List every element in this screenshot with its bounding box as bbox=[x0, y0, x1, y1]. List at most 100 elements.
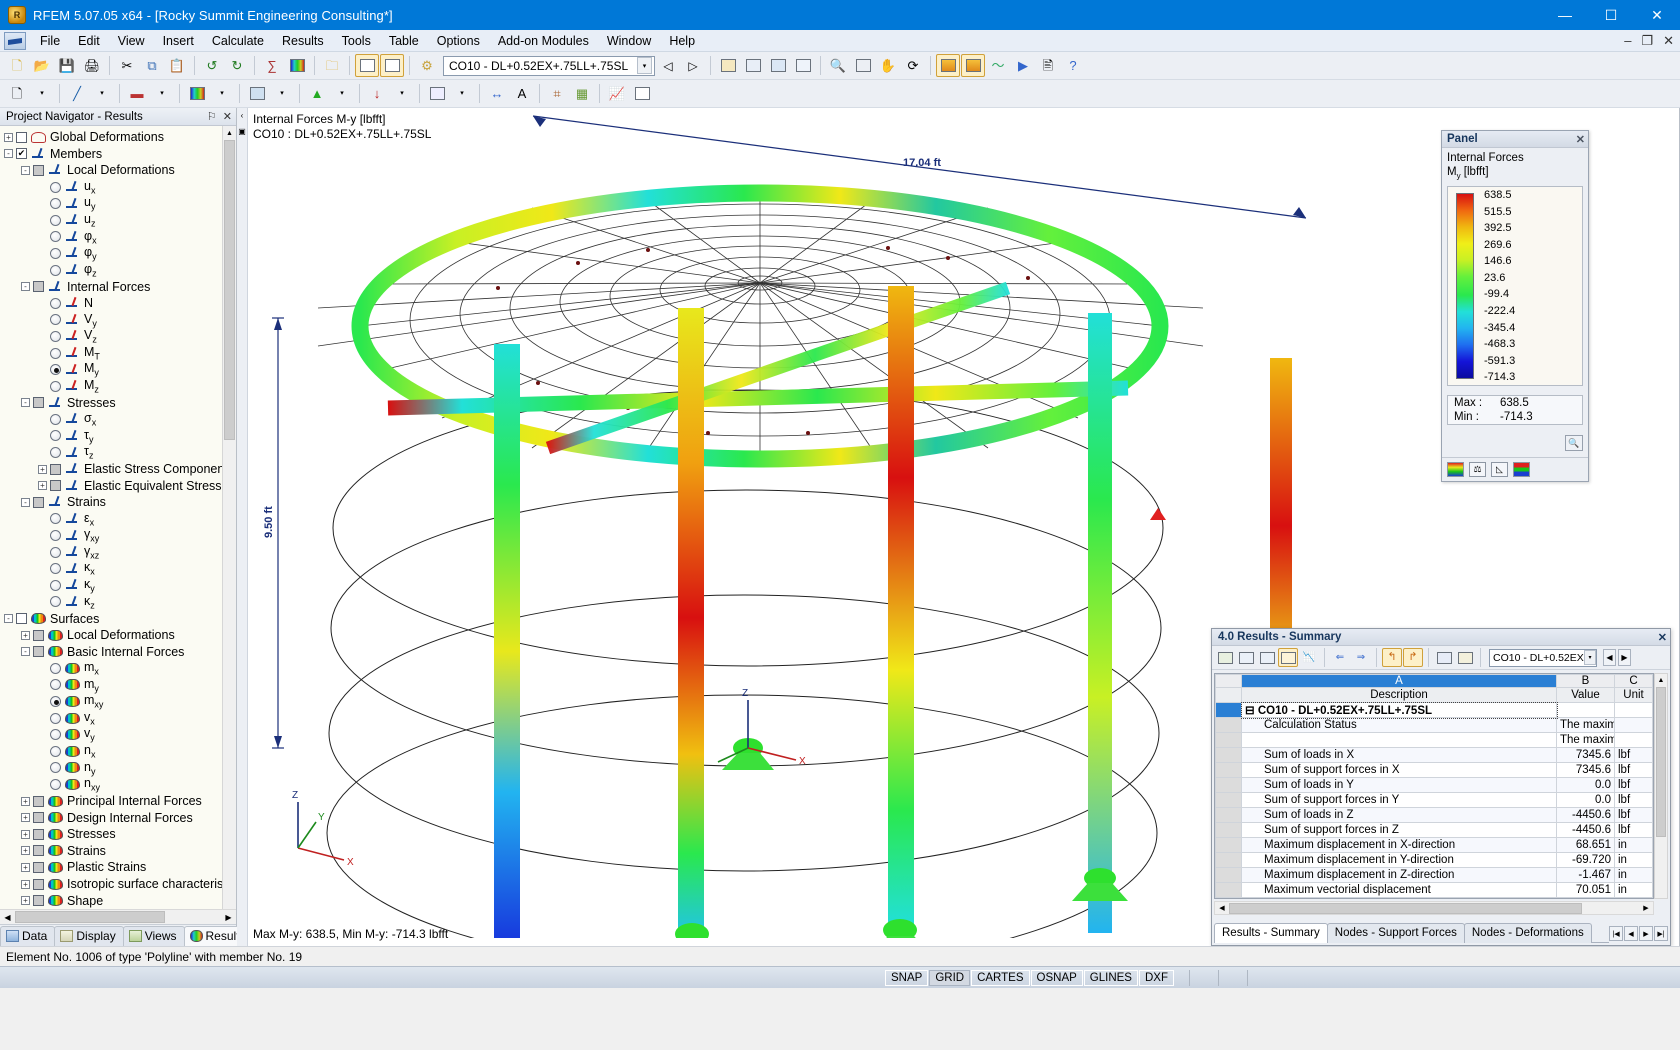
cell-unit[interactable]: lbf bbox=[1614, 807, 1653, 823]
collapse-icon[interactable]: - bbox=[21, 497, 30, 507]
tree-checkbox[interactable] bbox=[33, 397, 44, 409]
tree-item[interactable]: + Elastic Stress Component bbox=[0, 461, 222, 478]
table-row[interactable]: ⊟ CO10 - DL+0.52EX+.75LL+.75SL bbox=[1215, 701, 1653, 719]
tree-item[interactable]: φz bbox=[0, 262, 222, 279]
row-selector[interactable] bbox=[1215, 762, 1242, 778]
tree-item[interactable]: Vz bbox=[0, 328, 222, 345]
prev-load-case-icon[interactable]: ◁ bbox=[656, 54, 680, 77]
node-tool-icon[interactable]: 🗋 bbox=[5, 82, 29, 105]
row-selector[interactable] bbox=[1215, 837, 1242, 853]
maximize-button[interactable]: ☐ bbox=[1588, 0, 1634, 30]
tree-item[interactable]: mx bbox=[0, 660, 222, 677]
tree-item[interactable]: κx bbox=[0, 560, 222, 577]
cell-description[interactable]: Maximum displacement in X-direction bbox=[1241, 837, 1557, 853]
table-row[interactable]: Maximum displacement in X-direction 68.65… bbox=[1215, 837, 1653, 853]
table-row[interactable]: Maximum displacement in Y-direction -69.7… bbox=[1215, 852, 1653, 868]
tree-item[interactable]: φx bbox=[0, 229, 222, 246]
table-row[interactable]: Sum of support forces in Y 0.0 lbf bbox=[1215, 792, 1653, 808]
tree-item[interactable]: + Shape bbox=[0, 892, 222, 909]
tab-results-summary[interactable]: Results - Summary bbox=[1214, 923, 1328, 943]
cell-value[interactable]: The maximum displacem bbox=[1556, 717, 1615, 733]
table-prev-icon[interactable]: ⇐ bbox=[1330, 648, 1350, 667]
tree-checkbox[interactable] bbox=[33, 496, 44, 508]
tree-item[interactable]: + Elastic Equivalent Stresses bbox=[0, 477, 222, 494]
tree-item[interactable]: nxy bbox=[0, 776, 222, 793]
folder-icon[interactable]: 🗀 bbox=[320, 54, 344, 77]
navigator-vertical-scrollbar[interactable]: ▲ bbox=[222, 126, 236, 909]
cell-unit[interactable] bbox=[1614, 702, 1653, 718]
menu-help[interactable]: Help bbox=[660, 32, 704, 50]
tree-item[interactable]: - Stresses bbox=[0, 395, 222, 412]
cell-value[interactable]: 68.651 bbox=[1556, 837, 1615, 853]
tree-checkbox[interactable] bbox=[50, 480, 61, 492]
tree-checkbox[interactable]: ✔ bbox=[16, 148, 27, 160]
mdi-minimize-button[interactable]: – bbox=[1624, 33, 1631, 49]
copy-icon[interactable]: ⧉ bbox=[140, 54, 164, 77]
collapse-icon[interactable]: - bbox=[21, 282, 30, 292]
tree-checkbox[interactable] bbox=[33, 629, 44, 641]
redo-icon[interactable]: ↻ bbox=[225, 54, 249, 77]
table-row[interactable]: Sum of loads in Y 0.0 lbf bbox=[1215, 777, 1653, 793]
panel-filter-icon[interactable]: ◺ bbox=[1491, 462, 1508, 477]
expand-icon[interactable]: + bbox=[4, 132, 13, 142]
tree-item[interactable]: mxy bbox=[0, 693, 222, 710]
tree-item[interactable]: γxy bbox=[0, 527, 222, 544]
table-next-icon[interactable]: ⇒ bbox=[1351, 648, 1371, 667]
zoom-window-icon[interactable] bbox=[851, 54, 875, 77]
tree-item[interactable]: κz bbox=[0, 594, 222, 611]
scroll-up-icon[interactable]: ▲ bbox=[223, 126, 236, 140]
collapse-icon[interactable]: - bbox=[4, 149, 13, 159]
tree-checkbox[interactable] bbox=[50, 463, 61, 475]
status-snap[interactable]: SNAP bbox=[885, 969, 929, 986]
tree-item[interactable]: - Local Deformations bbox=[0, 162, 222, 179]
cell-value[interactable]: -4450.6 bbox=[1556, 822, 1615, 838]
result-table-icon[interactable] bbox=[630, 82, 654, 105]
tab-next-icon[interactable]: ▶ bbox=[1639, 926, 1653, 941]
row-selector[interactable] bbox=[1215, 747, 1242, 763]
cell-description[interactable] bbox=[1241, 732, 1557, 748]
cell-value[interactable]: 7345.6 bbox=[1556, 747, 1615, 763]
calculate-icon[interactable]: ∑ bbox=[260, 54, 284, 77]
menu-calculate[interactable]: Calculate bbox=[203, 32, 273, 50]
tree-item[interactable]: uz bbox=[0, 212, 222, 229]
status-dxf[interactable]: DXF bbox=[1138, 969, 1174, 986]
chevron-down-icon[interactable]: ▾ bbox=[637, 57, 652, 74]
close-icon[interactable]: ✕ bbox=[223, 110, 232, 123]
panel-color-scale-icon[interactable] bbox=[1447, 462, 1464, 477]
cell-unit[interactable]: lbf bbox=[1614, 762, 1653, 778]
cell-description[interactable]: Maximum displacement in Y-direction bbox=[1241, 852, 1557, 868]
results-window-close-icon[interactable]: ✕ bbox=[1658, 631, 1667, 644]
tree-radio[interactable] bbox=[50, 430, 61, 442]
table-export-icon[interactable] bbox=[1215, 648, 1235, 667]
tree-item[interactable]: + Global Deformations bbox=[0, 129, 222, 146]
status-glines[interactable]: GLINES bbox=[1083, 969, 1138, 986]
tree-item[interactable]: + Stresses bbox=[0, 826, 222, 843]
tree-radio[interactable] bbox=[50, 314, 61, 326]
tree-item[interactable]: ux bbox=[0, 179, 222, 196]
menu-insert[interactable]: Insert bbox=[154, 32, 203, 50]
cell-unit[interactable] bbox=[1614, 732, 1653, 748]
table-row[interactable]: Calculation StatusThe maximum displacem bbox=[1215, 717, 1653, 733]
pin-icon[interactable]: ⚐ bbox=[207, 110, 217, 123]
show-results-icon[interactable] bbox=[936, 54, 960, 77]
tree-item[interactable]: σx bbox=[0, 411, 222, 428]
table-prev-record-icon[interactable]: ◀ bbox=[1603, 649, 1616, 666]
load-case-combo[interactable]: CO10 - DL+0.52EX+.75LL+.75SL ▾ bbox=[443, 55, 655, 76]
menu-edit[interactable]: Edit bbox=[69, 32, 109, 50]
cell-value[interactable]: 7345.6 bbox=[1556, 762, 1615, 778]
results-grid[interactable]: A B C Description Value Unit ⊟ CO10 - DL… bbox=[1214, 673, 1654, 899]
menu-view[interactable]: View bbox=[109, 32, 154, 50]
zoom-in-icon[interactable]: 🔍 bbox=[826, 54, 850, 77]
table-load-case-combo[interactable]: CO10 - DL+0.52EX+-.75 ▾ bbox=[1489, 648, 1597, 667]
cell-description[interactable]: Maximum vectorial displacement bbox=[1241, 882, 1557, 898]
tab-nodes-deformations[interactable]: Nodes - Deformations bbox=[1463, 923, 1592, 943]
scroll-right-icon[interactable]: ▶ bbox=[221, 913, 236, 922]
tree-radio[interactable] bbox=[50, 364, 61, 376]
cell-value[interactable]: 0.0 bbox=[1556, 792, 1615, 808]
tree-item[interactable]: τz bbox=[0, 444, 222, 461]
row-selector[interactable] bbox=[1215, 777, 1242, 793]
result-diagram-icon[interactable]: 📈 bbox=[605, 82, 629, 105]
tree-radio[interactable] bbox=[50, 712, 61, 724]
tree-radio[interactable] bbox=[50, 530, 61, 542]
cell-unit[interactable]: lbf bbox=[1614, 792, 1653, 808]
